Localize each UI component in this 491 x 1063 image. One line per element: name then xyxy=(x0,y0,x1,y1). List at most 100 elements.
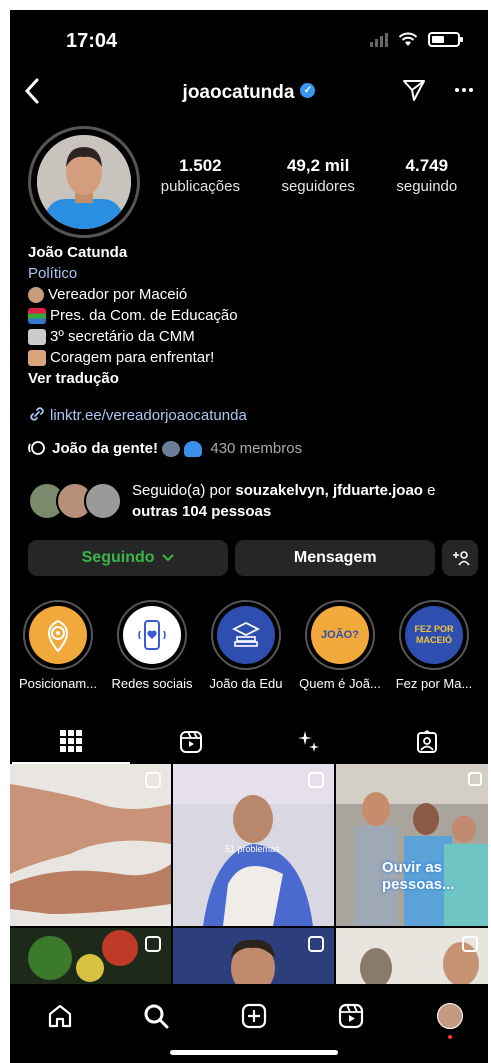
profile-bio: João Catunda Político Vereador por Macei… xyxy=(28,242,470,389)
chevron-down-icon xyxy=(161,554,174,562)
stat-label: publicações xyxy=(160,178,240,195)
post-thumbnail[interactable] xyxy=(10,764,171,926)
reels-icon xyxy=(180,731,202,753)
highlight-item[interactable]: FEZ POR MACEIÓ Fez por Ma... xyxy=(388,600,480,691)
highlight-ring xyxy=(211,600,281,670)
reels-icon xyxy=(338,1003,364,1029)
link-icon xyxy=(30,407,44,421)
phone-screen: 17:04 joaocatunda ✓ 1.502 publicações 49… xyxy=(10,10,488,1063)
add-user-button[interactable] xyxy=(442,540,478,576)
highlight-ring xyxy=(23,600,93,670)
notification-dot xyxy=(448,1035,452,1039)
send-message-icon[interactable] xyxy=(402,78,426,102)
bio-line: 3º secretário da CMM xyxy=(28,326,470,347)
reel-badge-icon xyxy=(308,772,324,788)
followed-by[interactable]: Seguido(a) por souzakelvyn, jfduarte.joa… xyxy=(28,480,478,524)
see-translation-link[interactable]: Ver tradução xyxy=(28,368,470,389)
highlight-cover: FEZ POR MACEIÓ xyxy=(405,606,463,664)
tab-collab[interactable] xyxy=(250,720,368,764)
post-thumbnail[interactable] xyxy=(10,928,171,984)
reels-tab[interactable] xyxy=(336,1001,366,1031)
highlight-label: Posicionam... xyxy=(18,676,98,691)
person-emoji-icon xyxy=(28,287,44,304)
profile-category: Político xyxy=(28,265,78,282)
posts-grid: 51 problemas Ouvir as pessoas... xyxy=(10,764,488,984)
status-time: 17:04 xyxy=(66,30,118,52)
highlight-cover: JOÃO? xyxy=(311,606,369,664)
highlight-label: João da Edu xyxy=(209,676,283,691)
post-thumbnail[interactable] xyxy=(336,928,488,984)
more-options-icon[interactable] xyxy=(454,87,474,93)
tab-reels[interactable] xyxy=(132,720,250,764)
profile-link[interactable]: linktr.ee/vereadorjoaocatunda xyxy=(28,405,247,424)
reel-badge-icon xyxy=(462,936,478,952)
people-emoji-icon xyxy=(162,441,181,458)
location-target-icon xyxy=(29,606,87,664)
profile-avatar-ring[interactable] xyxy=(28,126,140,238)
profile-tabs xyxy=(10,720,488,764)
header-actions xyxy=(402,78,474,102)
tagged-person-icon xyxy=(417,730,437,753)
post-thumbnail[interactable]: 51 problemas xyxy=(173,764,334,926)
highlight-ring: JOÃO? xyxy=(305,600,375,670)
tab-posts-grid[interactable] xyxy=(12,720,130,764)
reel-badge-icon xyxy=(308,936,324,952)
highlight-item[interactable]: Redes sociais xyxy=(106,600,198,691)
post-thumbnail[interactable] xyxy=(173,928,334,984)
highlight-label: Quem é Joã... xyxy=(299,676,381,691)
stat-followers[interactable]: 49,2 mil seguidores xyxy=(281,156,354,195)
stat-label: seguindo xyxy=(396,178,458,195)
sparkles-icon xyxy=(298,731,319,752)
bio-line: Pres. da Com. de Educação xyxy=(28,305,470,326)
signal-icon xyxy=(370,32,388,47)
avatar-photo xyxy=(37,135,131,229)
books-graduation-icon xyxy=(217,606,275,664)
post-caption: Ouvir as pessoas... xyxy=(382,859,455,893)
stat-value: 49,2 mil xyxy=(286,156,350,175)
battery-icon xyxy=(428,32,463,47)
channel-icon xyxy=(28,441,45,455)
profile-tab[interactable] xyxy=(435,1001,465,1039)
story-highlights: Posicionam... Redes sociais João da Edu … xyxy=(10,600,488,700)
avatar xyxy=(437,1003,463,1029)
add-person-icon xyxy=(453,551,470,566)
followed-by-text: Seguido(a) por souzakelvyn, jfduarte.joa… xyxy=(132,482,436,520)
highlight-item[interactable]: Posicionam... xyxy=(12,600,104,691)
stat-posts[interactable]: 1.502 publicações xyxy=(161,156,240,195)
search-icon xyxy=(144,1004,169,1029)
profile-stats: 1.502 publicações 49,2 mil seguidores 4.… xyxy=(140,156,478,195)
broadcast-channel[interactable]: João da gente! 430 membros xyxy=(28,440,303,458)
mutual-avatars xyxy=(28,482,124,520)
status-bar: 17:04 xyxy=(10,10,488,70)
profile-link-text: linktr.ee/vereadorjoaocatunda xyxy=(50,407,247,424)
home-tab[interactable] xyxy=(45,1001,75,1031)
reel-badge-icon xyxy=(145,772,161,788)
profile-actions: Seguindo Mensagem xyxy=(28,540,478,576)
highlight-label: Fez por Ma... xyxy=(395,676,473,691)
stat-value: 1.502 xyxy=(179,156,222,175)
create-tab[interactable] xyxy=(239,1001,269,1031)
blue-heart-emoji-icon xyxy=(184,441,203,458)
channel-members: 430 membros xyxy=(210,440,303,457)
profile-name: João Catunda xyxy=(28,244,128,261)
bio-line: Coragem para enfrentar! xyxy=(28,347,470,368)
avatar xyxy=(84,482,122,520)
bio-line: Vereador por Maceió xyxy=(28,284,470,305)
username-text: joaocatunda xyxy=(182,82,295,103)
highlight-item[interactable]: JOÃO? Quem é Joã... xyxy=(294,600,386,691)
search-tab[interactable] xyxy=(141,1001,171,1031)
carousel-badge-icon xyxy=(468,772,482,786)
tab-tagged[interactable] xyxy=(368,720,486,764)
bottom-tab-bar xyxy=(10,985,488,1063)
verified-badge-icon: ✓ xyxy=(300,83,316,99)
highlight-ring xyxy=(117,600,187,670)
stat-following[interactable]: 4.749 seguindo xyxy=(396,156,457,195)
grid-icon xyxy=(60,730,82,752)
message-button[interactable]: Mensagem xyxy=(235,540,436,576)
highlight-item[interactable]: João da Edu xyxy=(200,600,292,691)
post-thumbnail[interactable]: Ouvir as pessoas... xyxy=(336,764,488,926)
following-button[interactable]: Seguindo xyxy=(28,540,229,576)
profile-avatar xyxy=(37,135,131,229)
stat-label: seguidores xyxy=(281,178,355,195)
classical-building-emoji-icon xyxy=(28,329,46,346)
